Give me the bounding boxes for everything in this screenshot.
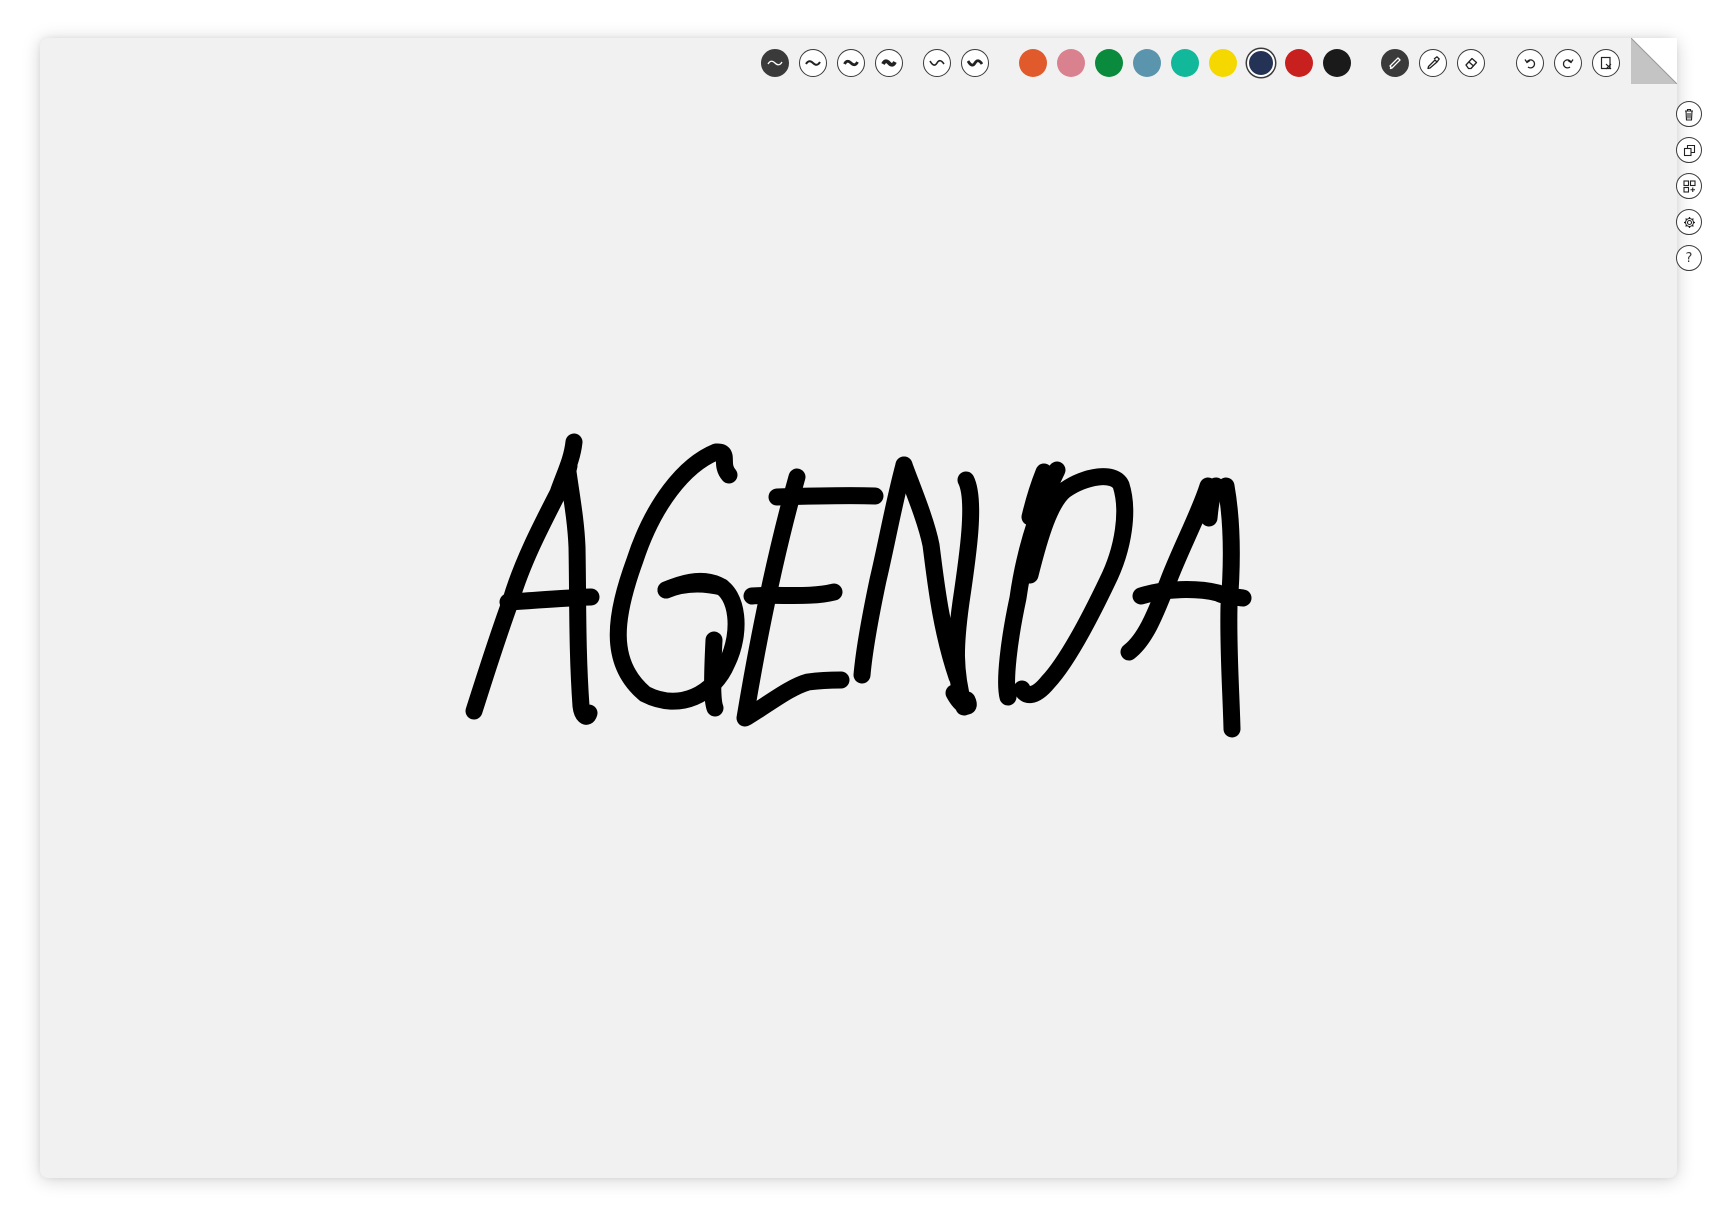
stroke-medium-button[interactable] xyxy=(799,49,827,77)
pencil-icon xyxy=(1389,57,1401,70)
help-button[interactable]: ? xyxy=(1676,245,1702,271)
pages-button[interactable] xyxy=(1676,173,1702,199)
duplicate-icon xyxy=(1683,144,1695,156)
delete-button[interactable] xyxy=(1676,101,1702,127)
color-swatch-navy[interactable] xyxy=(1247,49,1275,77)
color-swatch-steel-blue[interactable] xyxy=(1133,49,1161,77)
color-swatch-orange[interactable] xyxy=(1019,49,1047,77)
color-swatch-yellow[interactable] xyxy=(1209,49,1237,77)
stroke-thick-button[interactable] xyxy=(837,49,865,77)
gear-icon xyxy=(1683,216,1695,228)
color-swatch-pink[interactable] xyxy=(1057,49,1085,77)
color-swatch-black[interactable] xyxy=(1323,49,1351,77)
wave-thin-icon xyxy=(767,60,783,66)
smoothing-group xyxy=(923,47,999,79)
wave-heavy-icon xyxy=(881,59,897,67)
stroke-heavy-button[interactable] xyxy=(875,49,903,77)
redo-icon xyxy=(1562,59,1574,69)
pages-icon xyxy=(1682,179,1696,193)
tool-group xyxy=(1381,47,1495,79)
color-swatch-green[interactable] xyxy=(1095,49,1123,77)
help-icon: ? xyxy=(1685,250,1693,266)
trash-icon xyxy=(1685,108,1693,121)
color-palette xyxy=(1019,47,1361,79)
wave-thick-icon xyxy=(843,59,859,67)
curve-low-icon xyxy=(929,59,945,66)
smooth-low-button[interactable] xyxy=(923,49,951,77)
clear-page-icon xyxy=(1600,56,1612,70)
stroke-thin-button[interactable] xyxy=(761,49,789,77)
eraser-icon xyxy=(1465,57,1478,70)
undo-icon xyxy=(1524,59,1536,69)
settings-button[interactable] xyxy=(1676,209,1702,235)
history-group xyxy=(1516,47,1630,79)
color-swatch-teal[interactable] xyxy=(1171,49,1199,77)
smooth-high-button[interactable] xyxy=(961,49,989,77)
curve-high-icon xyxy=(967,59,983,67)
clear-page-button[interactable] xyxy=(1592,49,1620,77)
side-menu: ? xyxy=(1676,101,1702,281)
pencil-button[interactable] xyxy=(1381,49,1409,77)
eraser-button[interactable] xyxy=(1457,49,1485,77)
wave-medium-icon xyxy=(805,60,821,66)
color-swatch-red[interactable] xyxy=(1285,49,1313,77)
marker-button[interactable] xyxy=(1419,49,1447,77)
duplicate-button[interactable] xyxy=(1676,137,1702,163)
undo-button[interactable] xyxy=(1516,49,1544,77)
stroke-width-group xyxy=(761,47,913,79)
whiteboard-canvas[interactable] xyxy=(40,38,1677,1178)
redo-button[interactable] xyxy=(1554,49,1582,77)
page-corner-fold[interactable] xyxy=(1631,38,1677,84)
marker-icon xyxy=(1427,56,1440,70)
